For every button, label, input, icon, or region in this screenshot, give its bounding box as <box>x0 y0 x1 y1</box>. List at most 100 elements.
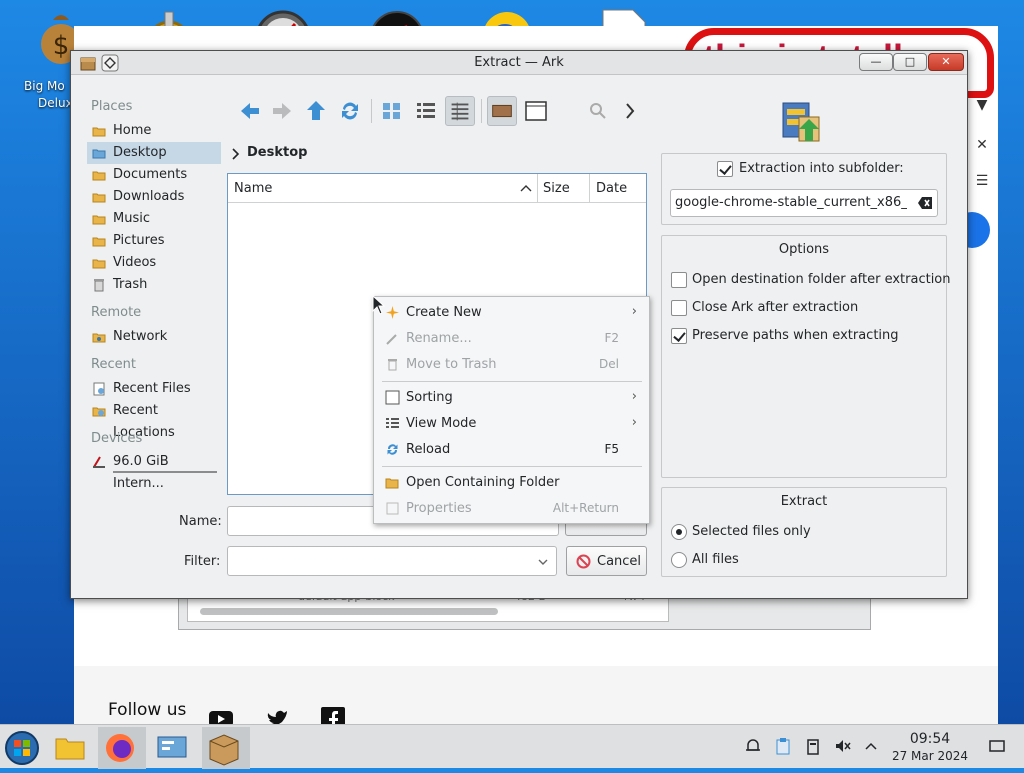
all-files-radio[interactable] <box>671 552 687 568</box>
toolbar-separator <box>481 99 482 123</box>
preview-toggle-button[interactable] <box>487 96 517 126</box>
documents-folder-icon <box>92 171 106 181</box>
subfolder-name-value: google-chrome-stable_current_x86_64 <box>675 195 907 210</box>
extract-panel: Extract Selected files only All files <box>661 487 947 577</box>
footer-area: Follow us <box>74 666 998 731</box>
sort-ascending-icon[interactable] <box>520 184 532 192</box>
menu-item-reload[interactable]: Reload F5 <box>374 437 649 463</box>
videos-folder-icon <box>92 259 106 269</box>
forward-arrow-icon[interactable] <box>267 96 297 126</box>
subfolder-name-input[interactable]: google-chrome-stable_current_x86_64 <box>670 189 938 217</box>
submenu-arrow-icon: › <box>631 304 637 319</box>
ark-extract-icon <box>782 102 820 142</box>
taskbar-ark[interactable] <box>202 727 250 769</box>
places-item-pictures[interactable]: Pictures <box>87 230 221 252</box>
minimize-button[interactable]: — <box>859 53 893 71</box>
menu-item-move-to-trash[interactable]: Move to Trash Del <box>374 352 649 378</box>
preserve-paths-checkbox[interactable] <box>671 328 687 344</box>
ark-icon <box>209 734 239 766</box>
taskbar-system-settings[interactable] <box>150 727 198 769</box>
places-item-videos[interactable]: Videos <box>87 252 221 274</box>
show-desktop-icon[interactable] <box>988 737 1006 755</box>
title-bar[interactable]: Extract — Ark — □ ✕ <box>71 51 967 75</box>
places-item-network[interactable]: Network <box>87 326 221 348</box>
remote-header: Remote <box>91 305 142 320</box>
start-button[interactable] <box>0 727 48 769</box>
browser-close-icon[interactable]: ✕ <box>967 130 997 160</box>
maximize-button[interactable]: □ <box>893 53 927 71</box>
devices-header: Devices <box>91 431 143 446</box>
back-arrow-icon[interactable] <box>235 96 265 126</box>
panel-toggle-icon[interactable] <box>521 96 551 126</box>
column-divider[interactable] <box>537 174 538 202</box>
detailed-view-button[interactable] <box>445 96 475 126</box>
places-item-internal-drive[interactable]: 96.0 GiB Intern... <box>87 451 221 491</box>
clipboard-icon[interactable] <box>774 737 792 755</box>
rename-icon <box>386 334 397 345</box>
file-list-header: Name Size Date <box>228 174 646 203</box>
column-date[interactable]: Date <box>596 181 627 196</box>
places-item-recent-locations[interactable]: Recent Locations <box>87 400 221 440</box>
taskbar-file-manager[interactable] <box>48 727 96 769</box>
open-destination-checkbox[interactable] <box>671 272 687 288</box>
column-name[interactable]: Name <box>234 181 272 196</box>
list-view-icon[interactable] <box>411 96 441 126</box>
more-chevron-right-icon[interactable] <box>615 96 645 126</box>
windows-start-icon <box>5 731 39 765</box>
browser-dropdown-chevron-icon[interactable]: ▼ <box>967 90 997 120</box>
recent-files-icon <box>93 382 105 396</box>
cancel-icon <box>576 554 591 569</box>
notifications-bell-icon[interactable] <box>744 737 762 755</box>
menu-item-properties[interactable]: Properties Alt+Return <box>374 496 649 522</box>
menu-separator <box>382 381 642 382</box>
drive-usage-bar <box>113 471 217 473</box>
breadcrumb-desktop[interactable]: Desktop <box>247 145 307 160</box>
clock-time[interactable]: 09:54 <box>890 731 970 747</box>
open-folder-icon <box>385 478 399 489</box>
menu-item-create-new[interactable]: Create New › <box>374 300 649 326</box>
places-item-recent-files[interactable]: Recent Files <box>87 378 221 400</box>
options-title: Options <box>778 242 830 257</box>
detailed-view-icon <box>451 102 469 121</box>
hard-drive-icon <box>93 456 105 468</box>
places-item-home[interactable]: Home <box>87 120 221 142</box>
menu-item-view-mode[interactable]: View Mode › <box>374 411 649 437</box>
column-size[interactable]: Size <box>543 181 570 196</box>
battery-clipboard-icon[interactable] <box>804 737 822 755</box>
clear-text-icon[interactable] <box>917 196 933 210</box>
browser-menu-icon[interactable]: ☰ <box>967 166 997 196</box>
places-item-desktop[interactable]: Desktop <box>87 142 221 164</box>
tray-expand-chevron-icon[interactable] <box>862 737 880 755</box>
selected-files-radio[interactable] <box>671 524 687 540</box>
all-files-label: All files <box>692 552 739 567</box>
short-view-icon[interactable] <box>377 96 407 126</box>
clock-date[interactable]: 27 Mar 2024 <box>880 749 980 763</box>
desktop-folder-icon <box>92 149 106 159</box>
column-divider[interactable] <box>589 174 590 202</box>
close-ark-checkbox[interactable] <box>671 300 687 316</box>
volume-muted-icon[interactable] <box>834 737 852 755</box>
places-item-downloads[interactable]: Downloads <box>87 186 221 208</box>
places-item-documents[interactable]: Documents <box>87 164 221 186</box>
menu-item-rename[interactable]: Rename... F2 <box>374 326 649 352</box>
filter-combobox[interactable] <box>227 546 557 576</box>
reload-icon[interactable] <box>335 96 365 126</box>
menu-item-sorting[interactable]: Sorting › <box>374 385 649 411</box>
up-arrow-icon[interactable] <box>301 96 331 126</box>
horizontal-scrollbar[interactable] <box>200 608 498 615</box>
preserve-paths-label: Preserve paths when extracting <box>692 328 899 343</box>
places-item-trash[interactable]: Trash <box>87 274 221 296</box>
breadcrumb-chevron-icon <box>232 148 240 160</box>
taskbar-firefox[interactable] <box>98 727 146 769</box>
chevron-down-icon[interactable] <box>538 558 548 566</box>
view-mode-icon <box>386 418 399 428</box>
menu-item-open-containing-folder[interactable]: Open Containing Folder <box>374 470 649 496</box>
preview-icon <box>492 104 512 118</box>
extraction-subfolder-checkbox[interactable] <box>717 161 733 177</box>
cancel-label: Cancel <box>597 554 642 569</box>
places-item-music[interactable]: Music <box>87 208 221 230</box>
cancel-button[interactable]: Cancel <box>566 546 647 576</box>
music-folder-icon <box>92 215 106 225</box>
zoom-icon[interactable] <box>583 96 613 126</box>
close-button[interactable]: ✕ <box>928 53 964 71</box>
